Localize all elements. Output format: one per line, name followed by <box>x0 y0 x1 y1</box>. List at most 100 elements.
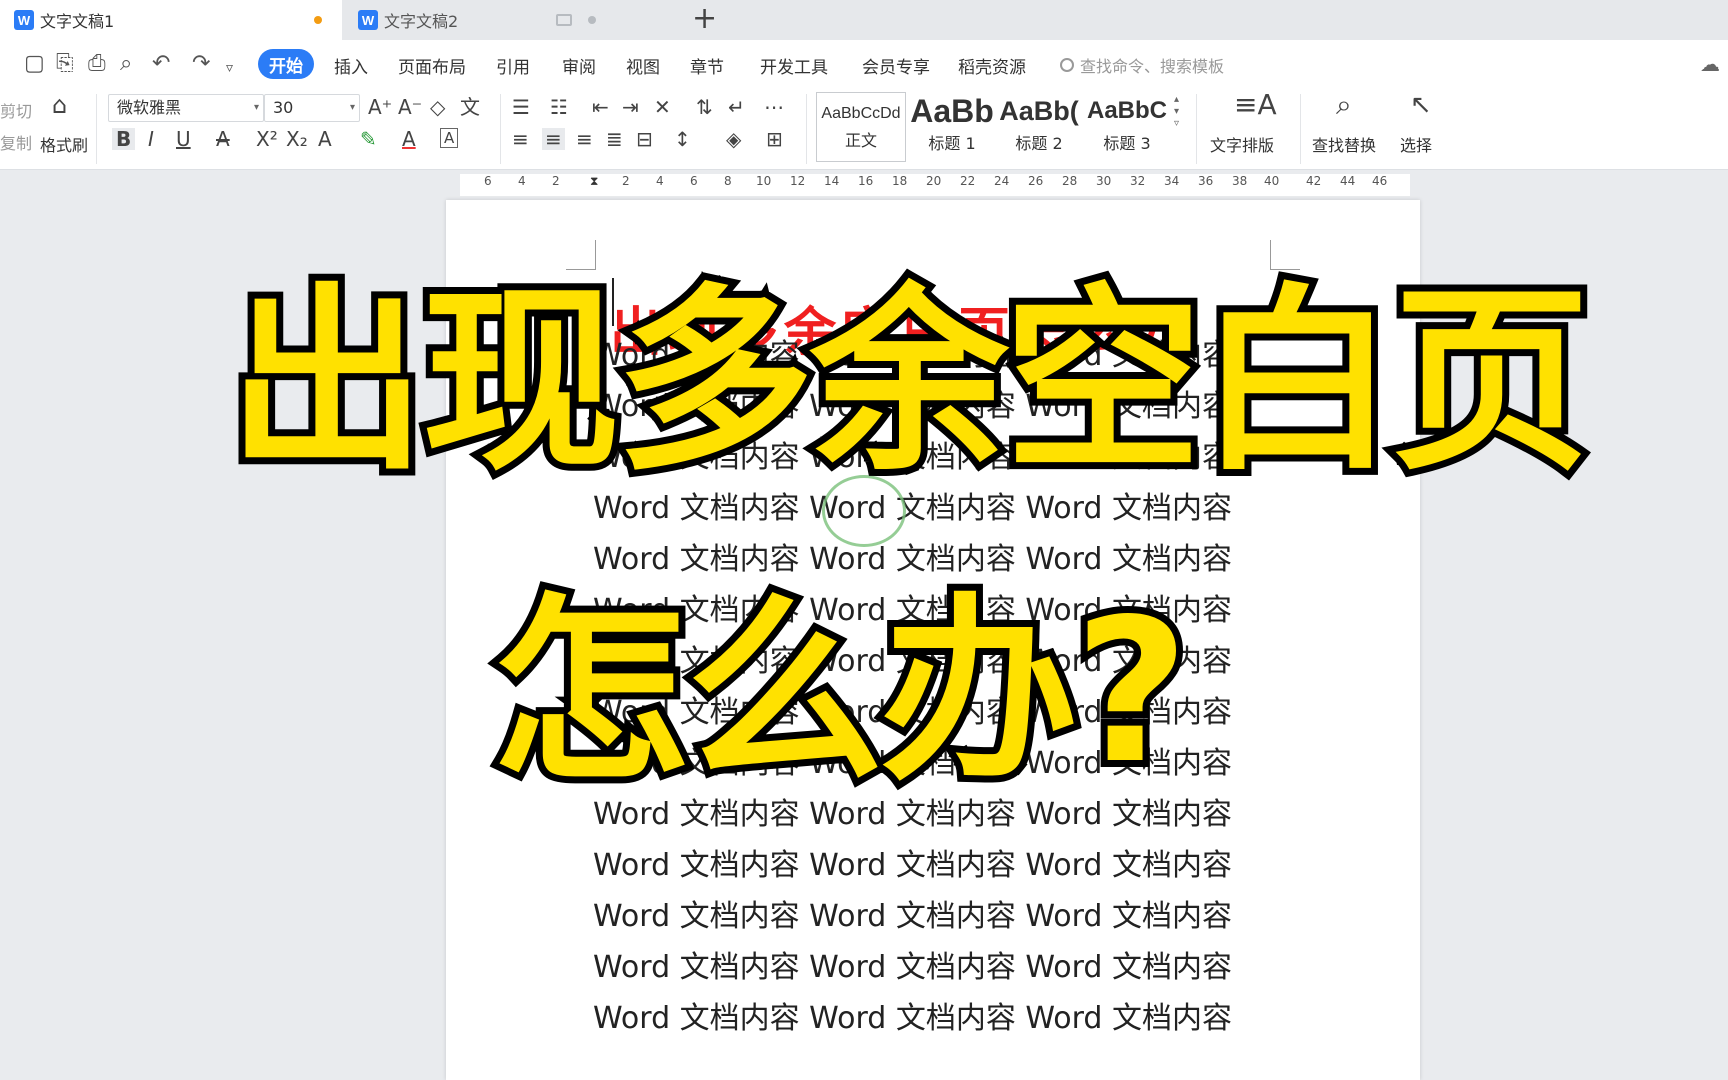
borders-icon[interactable]: ⊞ <box>766 128 783 150</box>
ruler-tick: 26 <box>1028 174 1044 188</box>
grow-font-icon[interactable]: A⁺ <box>368 96 392 118</box>
document-tab-2[interactable]: W 文字文稿2 <box>346 0 680 40</box>
style-sample: AaBbC <box>1086 97 1167 124</box>
wps-writer-icon: W <box>358 10 378 30</box>
customize-toolbar-icon[interactable]: ▿ <box>226 56 233 80</box>
menu-member[interactable]: 会员专享 <box>862 53 930 78</box>
command-search[interactable]: 查找命令、搜索模板 <box>1060 53 1224 77</box>
ruler-tick: 10 <box>756 174 772 188</box>
paragraph-line: Word 文档内容 Word 文档内容 Word 文档内容 <box>593 848 1233 883</box>
ruler-tick: 32 <box>1130 174 1146 188</box>
shrink-font-icon[interactable]: A⁻ <box>398 96 422 118</box>
undo-icon[interactable]: ↶ <box>152 52 170 76</box>
ruler-tick: 20 <box>926 174 942 188</box>
copy-button[interactable]: 复制 <box>0 130 32 154</box>
tab-bar: W 文字文稿1 W 文字文稿2 + <box>0 0 1728 40</box>
superscript-icon[interactable]: X² <box>256 128 278 150</box>
document-tab-1[interactable]: W 文字文稿1 <box>0 0 342 40</box>
highlight-icon[interactable]: ✎ <box>360 128 377 150</box>
menu-section[interactable]: 章节 <box>690 53 724 78</box>
clear-format-icon[interactable]: ◇ <box>430 96 445 118</box>
style-name: 标题 2 <box>1015 134 1063 153</box>
table-lines-icon[interactable]: ⋯ <box>764 96 784 118</box>
bullet-list-icon[interactable]: ☰ <box>512 96 530 118</box>
phonetic-guide-icon[interactable]: 文 <box>460 96 480 118</box>
print-preview-icon[interactable]: ⌕ <box>120 52 132 76</box>
font-color-icon[interactable]: A <box>402 128 416 150</box>
distributed-icon[interactable]: ⊟ <box>636 128 653 150</box>
justify-icon[interactable]: ≣ <box>606 128 623 150</box>
menu-bar: ▢ ⎘ ⎙ ⌕ ↶ ↷ ▿ 开始 插入 页面布局 引用 审阅 视图 章节 开发工… <box>0 40 1728 88</box>
ruler-tick: 6 <box>690 174 698 188</box>
menu-docer[interactable]: 稻壳资源 <box>958 53 1026 78</box>
overlay-title-line-2: 怎么办? <box>485 569 1196 814</box>
menu-references[interactable]: 引用 <box>496 53 530 78</box>
paragraph-line: Word 文档内容 Word 文档内容 Word 文档内容 <box>593 950 1233 985</box>
ruler-tick: 24 <box>994 174 1010 188</box>
redo-icon[interactable]: ↷ <box>192 52 210 76</box>
find-replace-button[interactable]: 查找替换 <box>1312 132 1376 156</box>
style-normal[interactable]: AaBbCcDd 正文 <box>816 92 906 162</box>
save-icon[interactable]: ▢ <box>24 52 45 76</box>
text-layout-button[interactable]: 文字排版 <box>1210 132 1274 156</box>
increase-indent-icon[interactable]: ⇥ <box>622 96 639 118</box>
style-name: 标题 1 <box>928 134 976 153</box>
horizontal-ruler[interactable]: 6 4 2 ⧗ 2 4 6 8 10 12 14 16 18 20 22 24 … <box>0 170 1728 200</box>
ruler-tick: 2 <box>552 174 560 188</box>
underline-icon[interactable]: U <box>176 128 191 150</box>
align-right-icon[interactable]: ≡ <box>576 128 593 150</box>
ruler-tick: 44 <box>1340 174 1356 188</box>
divider <box>1300 94 1301 164</box>
divider <box>806 94 807 164</box>
ruler-tick: 4 <box>518 174 526 188</box>
font-name-select[interactable]: 微软雅黑 ▾ <box>108 94 264 122</box>
menu-review[interactable]: 审阅 <box>562 53 596 78</box>
window-icon[interactable] <box>556 14 572 26</box>
style-sample: AaBbCcDd <box>821 105 901 122</box>
align-left-icon[interactable]: ≡ <box>512 128 529 150</box>
text-effect-icon[interactable]: A <box>318 128 332 150</box>
menu-developer[interactable]: 开发工具 <box>760 53 828 78</box>
overlay-title-line-1: 出现多余空白页 <box>221 259 1597 504</box>
ruler-tick: 12 <box>790 174 806 188</box>
sort-icon[interactable]: ⇅ <box>696 96 713 118</box>
shading-icon[interactable]: ◈ <box>726 128 741 150</box>
style-heading-2[interactable]: AaBb( 标题 2 <box>996 92 1082 162</box>
cut-button[interactable]: 剪切 <box>0 98 32 122</box>
bold-icon[interactable]: B <box>112 128 136 150</box>
menu-start[interactable]: 开始 <box>258 49 314 79</box>
line-spacing-icon[interactable]: ↕ <box>674 128 691 150</box>
divider <box>96 94 97 164</box>
numbered-list-icon[interactable]: ☷ <box>550 96 568 118</box>
style-heading-3[interactable]: AaBbC 标题 3 <box>1084 92 1170 162</box>
wps-writer-icon: W <box>14 10 34 30</box>
character-border-icon[interactable]: A <box>440 128 459 148</box>
align-center-icon[interactable]: ≡ <box>542 128 565 150</box>
decrease-indent-icon[interactable]: ⇤ <box>592 96 609 118</box>
export-pdf-icon[interactable]: ⎘ <box>56 52 74 76</box>
italic-icon[interactable]: I <box>148 128 154 150</box>
menu-insert[interactable]: 插入 <box>334 53 368 78</box>
font-name-value: 微软雅黑 <box>117 98 182 117</box>
ruler-tick: 16 <box>858 174 874 188</box>
indent-marker-icon[interactable]: ⧗ <box>590 174 598 189</box>
ruler-tick: 40 <box>1264 174 1280 188</box>
search-placeholder: 查找命令、搜索模板 <box>1080 57 1225 76</box>
paragraph-mark-icon[interactable]: ↵ <box>728 96 745 118</box>
chevron-down-icon: ▾ <box>253 102 259 113</box>
cloud-sync-icon[interactable]: ☁ <box>1700 52 1720 76</box>
divider <box>500 94 501 164</box>
font-size-select[interactable]: 30 ▾ <box>264 94 360 122</box>
styles-scroll-icon[interactable]: ▴ ▾ ▿ <box>1174 94 1179 130</box>
ruler-tick: 22 <box>960 174 976 188</box>
menu-page-layout[interactable]: 页面布局 <box>398 53 466 78</box>
print-icon[interactable]: ⎙ <box>88 52 106 76</box>
chinese-layout-icon[interactable]: ✕ <box>654 96 671 118</box>
menu-view[interactable]: 视图 <box>626 53 660 78</box>
strikethrough-icon[interactable]: A <box>216 128 230 150</box>
subscript-icon[interactable]: X₂ <box>286 128 308 150</box>
style-heading-1[interactable]: AaBb 标题 1 <box>908 92 996 162</box>
select-button[interactable]: 选择 <box>1400 132 1432 156</box>
format-painter-button[interactable]: 格式刷 <box>40 132 88 156</box>
new-tab-button[interactable]: + <box>692 4 717 34</box>
